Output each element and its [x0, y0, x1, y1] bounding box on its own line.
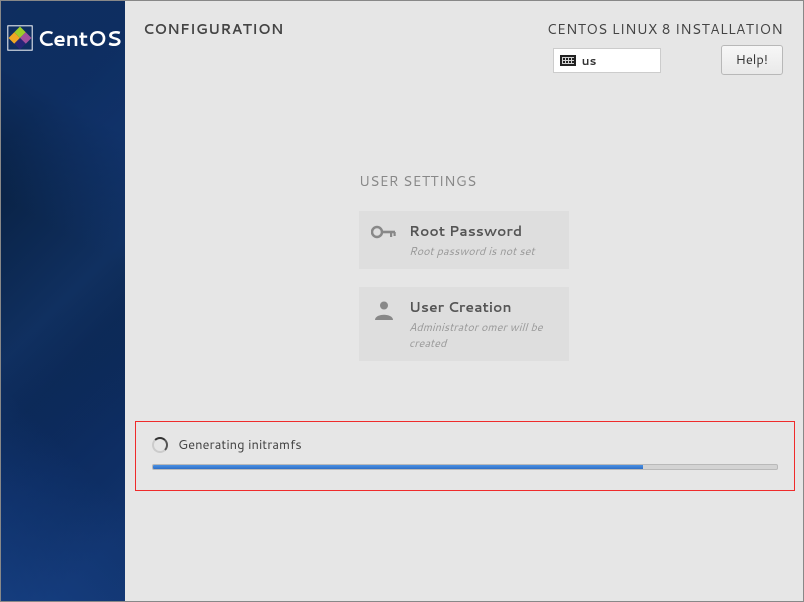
progress-bar — [152, 464, 778, 470]
keyboard-icon — [560, 55, 576, 66]
progress-status-text: Generating initramfs — [178, 436, 302, 454]
user-creation-spoke[interactable]: User Creation Administrator omer will be… — [359, 287, 569, 361]
keyboard-layout-indicator[interactable]: us — [553, 48, 661, 73]
section-heading: USER SETTINGS — [359, 171, 569, 191]
page-title: CONFIGURATION — [143, 19, 284, 39]
user-settings-section: USER SETTINGS Root Password Root passwor… — [125, 171, 803, 379]
main-panel: CONFIGURATION CENTOS LINUX 8 INSTALLATIO… — [125, 1, 803, 601]
centos-logo-icon — [7, 25, 33, 51]
user-creation-subtitle: Administrator omer will be created — [409, 319, 557, 351]
progress-area: Generating initramfs — [135, 421, 795, 491]
header: CONFIGURATION CENTOS LINUX 8 INSTALLATIO… — [125, 1, 803, 81]
spinner-icon — [152, 437, 168, 453]
user-creation-title: User Creation — [409, 297, 557, 317]
key-icon — [371, 221, 397, 241]
user-icon — [371, 297, 397, 321]
root-password-subtitle: Root password is not set — [409, 243, 557, 259]
help-button[interactable]: Help! — [721, 45, 783, 75]
branding-sidebar: CentOS — [1, 1, 125, 601]
root-password-title: Root Password — [409, 221, 557, 241]
keyboard-layout-label: us — [582, 52, 597, 69]
brand-name: CentOS — [37, 23, 121, 53]
progress-fill — [153, 465, 643, 469]
installation-title: CENTOS LINUX 8 INSTALLATION — [547, 19, 783, 39]
root-password-spoke[interactable]: Root Password Root password is not set — [359, 211, 569, 269]
brand: CentOS — [7, 23, 121, 53]
